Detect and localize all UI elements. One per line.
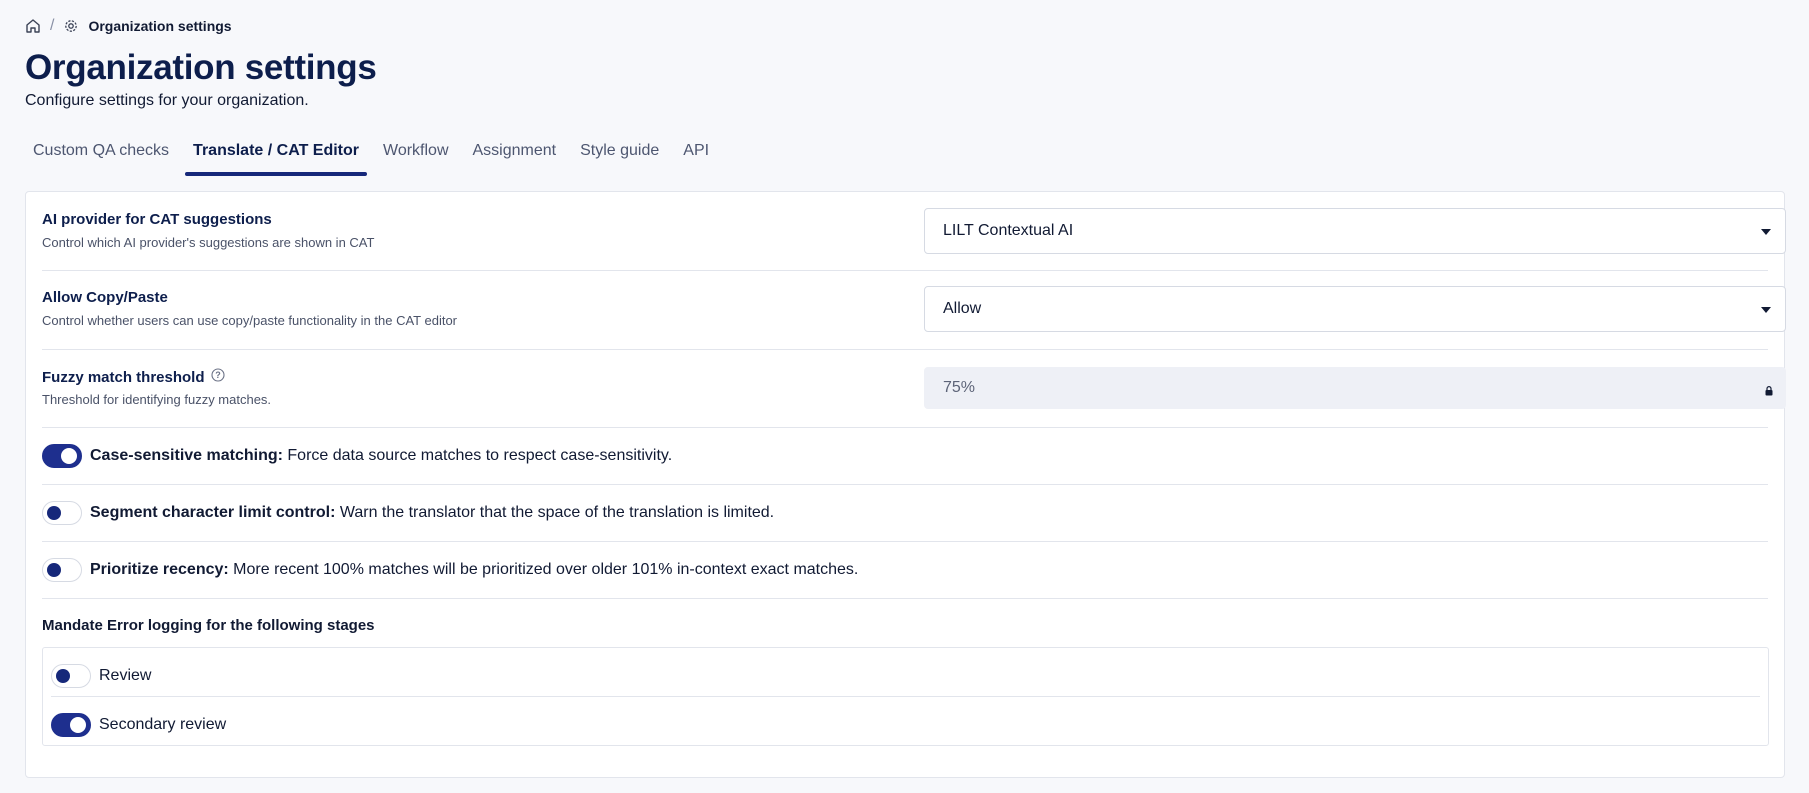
- setting-description: Control whether users can use copy/paste…: [42, 313, 458, 328]
- case-sensitive-toggle[interactable]: [42, 444, 82, 468]
- setting-title-wrap: Fuzzy match threshold ?: [42, 368, 225, 386]
- ai-provider-select[interactable]: LILT Contextual AI: [924, 208, 1786, 254]
- gear-icon: [63, 18, 79, 34]
- copy-paste-row: Allow Copy/Paste Control whether users c…: [42, 271, 1786, 350]
- ai-provider-row: AI provider for CAT suggestions Control …: [42, 192, 1786, 271]
- toggle-label: Segment character limit control:: [90, 504, 336, 521]
- svg-text:?: ?: [215, 370, 221, 380]
- fuzzy-match-field: 75%: [924, 367, 1786, 409]
- error-logging-stages: Review Secondary review: [42, 647, 1769, 746]
- field-value: 75%: [943, 379, 976, 396]
- tab-translate-cat-editor[interactable]: Translate / CAT Editor: [185, 136, 367, 176]
- toggle-description: Force data source matches to respect cas…: [282, 447, 673, 464]
- stage-review-row: Review: [51, 655, 1760, 697]
- prioritize-recency-row: Prioritize recency: More recent 100% mat…: [42, 542, 1768, 599]
- error-logging-title: Mandate Error logging for the following …: [42, 617, 375, 634]
- toggle-knob: [56, 668, 70, 683]
- tab-api[interactable]: API: [675, 136, 717, 176]
- toggle-text: Prioritize recency: More recent 100% mat…: [90, 561, 858, 579]
- home-icon[interactable]: [25, 18, 41, 34]
- toggle-knob: [61, 448, 77, 464]
- setting-description: Threshold for identifying fuzzy matches.: [42, 392, 272, 407]
- toggle-knob: [70, 717, 86, 733]
- setting-title: Fuzzy match threshold: [42, 368, 205, 386]
- setting-title: AI provider for CAT suggestions: [42, 211, 272, 228]
- toggle-description: More recent 100% matches will be priorit…: [228, 561, 859, 578]
- select-value: LILT Contextual AI: [943, 222, 1074, 239]
- segment-limit-row: Segment character limit control: Warn th…: [42, 485, 1768, 542]
- case-sensitive-row: Case-sensitive matching: Force data sour…: [42, 428, 1768, 485]
- tab-assignment[interactable]: Assignment: [465, 136, 565, 176]
- select-value: Allow: [943, 300, 982, 317]
- lock-icon: [1765, 383, 1773, 401]
- review-toggle[interactable]: [51, 663, 91, 688]
- caret-down-icon: [1761, 229, 1771, 235]
- caret-down-icon: [1761, 307, 1771, 313]
- tab-workflow[interactable]: Workflow: [375, 136, 457, 176]
- tab-custom-qa-checks[interactable]: Custom QA checks: [25, 136, 177, 176]
- segment-limit-toggle[interactable]: [42, 501, 82, 525]
- setting-title: Allow Copy/Paste: [42, 289, 168, 306]
- breadcrumb: / Organization settings: [25, 17, 232, 35]
- toggle-label: Case-sensitive matching:: [90, 447, 283, 464]
- toggle-description: Warn the translator that the space of th…: [335, 504, 775, 521]
- toggle-label: Prioritize recency:: [90, 561, 229, 578]
- fuzzy-match-row: Fuzzy match threshold ? Threshold for id…: [42, 350, 1786, 428]
- secondary-review-toggle[interactable]: [51, 713, 91, 737]
- tab-style-guide[interactable]: Style guide: [572, 136, 667, 176]
- copy-paste-select[interactable]: Allow: [924, 286, 1786, 332]
- help-icon[interactable]: ?: [210, 368, 225, 386]
- settings-card: AI provider for CAT suggestions Control …: [25, 191, 1786, 778]
- prioritize-recency-toggle[interactable]: [42, 558, 82, 582]
- setting-description: Control which AI provider's suggestions …: [42, 235, 375, 250]
- stage-label: Review: [99, 666, 152, 684]
- page-title: Organization settings: [25, 48, 377, 87]
- breadcrumb-separator: /: [50, 17, 55, 34]
- toggle-knob: [47, 506, 61, 520]
- stage-label: Secondary review: [99, 716, 227, 733]
- toggle-text: Case-sensitive matching: Force data sour…: [90, 447, 672, 465]
- breadcrumb-current: Organization settings: [88, 18, 232, 34]
- stage-secondary-review-row: Secondary review: [51, 704, 1760, 746]
- page-subtitle: Configure settings for your organization…: [25, 92, 309, 109]
- settings-tabs: Custom QA checks Translate / CAT Editor …: [25, 136, 725, 176]
- toggle-knob: [47, 563, 61, 577]
- toggle-text: Segment character limit control: Warn th…: [90, 504, 774, 522]
